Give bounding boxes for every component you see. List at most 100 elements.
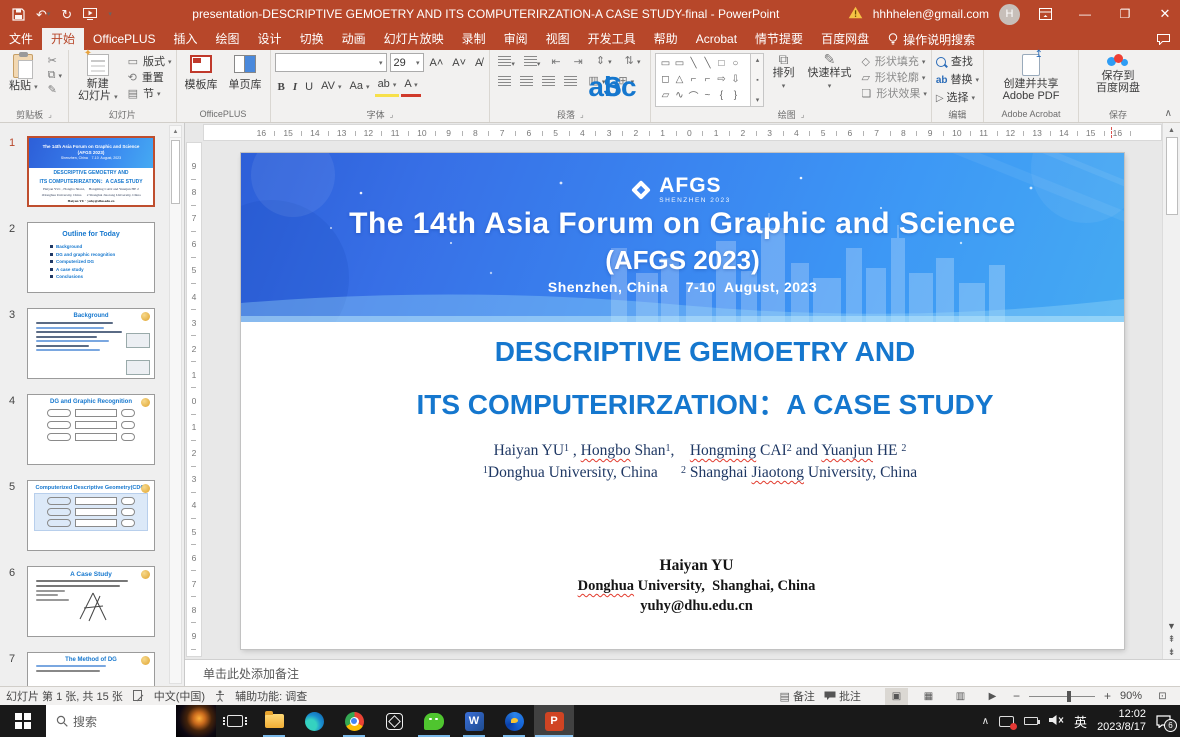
tab-幻灯片放映[interactable]: 幻灯片放映 <box>375 28 453 50</box>
word-taskbar-button[interactable]: W <box>454 705 494 737</box>
previous-slide-icon[interactable]: ⇞ <box>1168 635 1176 644</box>
start-slideshow-icon[interactable] <box>83 8 97 20</box>
shape-icon[interactable]: ▭ <box>658 55 672 71</box>
slideshow-view-button[interactable]: ▶ <box>981 688 1004 705</box>
notes-toggle[interactable]: ▤备注 <box>780 688 815 704</box>
chrome-taskbar-button[interactable] <box>334 705 374 737</box>
slide-thumbnail-4[interactable]: DG and Graphic Recognition <box>27 394 155 465</box>
slide-title-line2[interactable]: ITS COMPUTERIRZATION：A CASE STUDY <box>286 383 1124 423</box>
zoom-level[interactable]: 90% <box>1120 690 1142 702</box>
comments-toggle[interactable]: 批注 <box>824 688 861 704</box>
tab-视图[interactable]: 视图 <box>537 28 579 50</box>
tab-录制[interactable]: 录制 <box>453 28 495 50</box>
slide-number[interactable]: 4 <box>0 394 27 465</box>
font-name-combo[interactable]: ▾ <box>275 53 387 72</box>
dialog-launcher-icon[interactable]: ⌟ <box>801 110 805 119</box>
tab-开发工具[interactable]: 开发工具 <box>579 28 645 50</box>
zoom-slider-thumb[interactable] <box>1067 691 1071 702</box>
decrease-indent-icon[interactable]: ⇤ <box>549 57 562 68</box>
scrollbar-thumb[interactable] <box>171 140 180 204</box>
qat-customize-icon[interactable]: ▾ <box>108 11 112 18</box>
redo-icon[interactable]: ↻ <box>61 8 72 21</box>
zoom-slider[interactable] <box>1029 696 1095 697</box>
collapse-ribbon-icon[interactable]: ∧ <box>1165 108 1172 119</box>
notes-pane[interactable]: 单击此处添加备注 <box>185 659 1180 686</box>
screen-recorder-icon[interactable] <box>999 716 1014 727</box>
restore-button[interactable]: ❐ <box>1110 0 1140 28</box>
cut-icon[interactable]: ✂ <box>46 56 64 67</box>
slide-number[interactable]: 6 <box>0 566 27 637</box>
layout-button[interactable]: ▭版式 ▾ <box>126 56 172 69</box>
font-size-combo[interactable]: 29▾ <box>390 53 424 72</box>
accessibility-icon[interactable] <box>215 690 225 702</box>
slide-number[interactable]: 3 <box>0 308 27 379</box>
abc-icon[interactable]: abc <box>45 79 1180 95</box>
ribbon-display-options-icon[interactable] <box>1030 0 1060 28</box>
tab-百度网盘[interactable]: 百度网盘 <box>812 28 878 50</box>
shape-fill-button[interactable]: ◇形状填充 ▾ <box>859 56 926 69</box>
shape-icon[interactable]: ▭ <box>672 55 686 71</box>
account-email[interactable]: hhhhelen@gmail.com <box>873 7 989 21</box>
tab-帮助[interactable]: 帮助 <box>645 28 687 50</box>
ime-indicator[interactable]: 英 <box>1074 712 1087 731</box>
slide-thumbnail-7[interactable]: The Method of DG <box>27 652 155 686</box>
tab-绘图[interactable]: 绘图 <box>207 28 249 50</box>
fit-to-window-icon[interactable]: ⊡ <box>1151 688 1174 705</box>
slide-title-line1[interactable]: DESCRIPTIVE GEMOETRY AND <box>286 336 1124 368</box>
slide-number[interactable]: 5 <box>0 480 27 551</box>
language-indicator[interactable]: 中文(中国) <box>154 688 205 704</box>
slide-thumbnail-1[interactable]: The 14th Asia Forum on Graphic and Scien… <box>27 136 155 207</box>
thumbnail-scrollbar[interactable]: ▲ <box>169 125 182 684</box>
scroll-up-icon[interactable]: ▲ <box>170 126 181 138</box>
shape-icon[interactable]: □ <box>714 55 728 71</box>
scroll-up-icon[interactable]: ▲ <box>1163 123 1180 137</box>
increase-indent-icon[interactable]: ⇥ <box>572 57 585 68</box>
shape-icon[interactable]: ╲ <box>700 55 714 71</box>
wechat-taskbar-button[interactable] <box>414 705 454 737</box>
reading-view-button[interactable]: ▥ <box>949 688 972 705</box>
slide-thumbnail-3[interactable]: Background <box>27 308 155 379</box>
thunder-taskbar-button[interactable] <box>494 705 534 737</box>
slide-thumbnail-6[interactable]: A Case Study <box>27 566 155 637</box>
battery-icon[interactable] <box>1024 717 1038 725</box>
slide-number[interactable]: 7 <box>0 652 27 686</box>
file-explorer-taskbar-button[interactable] <box>254 705 294 737</box>
dialog-launcher-icon[interactable]: ⌟ <box>48 110 52 119</box>
news-widget-image[interactable] <box>176 705 216 737</box>
slide-thumbnail-2[interactable]: Outline for TodayBackgroundDG and graphi… <box>27 222 155 293</box>
normal-view-button[interactable]: ▣ <box>885 688 908 705</box>
minimize-button[interactable]: — <box>1070 0 1100 28</box>
tab-情节提要[interactable]: 情节提要 <box>746 28 812 50</box>
scrollbar-thumb[interactable] <box>1166 137 1178 215</box>
slide-1[interactable]: AFGS SHENZHEN 2023 The 14th Asia Forum o… <box>241 153 1124 649</box>
slide-thumbnail-5[interactable]: Computerized Descriptive Geometry(CDG) <box>27 480 155 551</box>
close-button[interactable]: ✕ <box>1150 0 1180 28</box>
clock[interactable]: 12:02 2023/8/17 <box>1097 708 1146 734</box>
scroll-down-icon[interactable]: ▼ <box>1167 622 1176 631</box>
shape-icon[interactable]: ○ <box>728 55 742 71</box>
tab-文件[interactable]: 文件 <box>0 28 42 50</box>
tab-审阅[interactable]: 审阅 <box>495 28 537 50</box>
volume-muted-icon[interactable] <box>1048 714 1064 729</box>
notification-center-icon[interactable]: 6 <box>1156 715 1171 728</box>
authors-line2[interactable]: 1Donghua University, China 2 Shanghai Ji… <box>276 464 1124 482</box>
tab-动画[interactable]: 动画 <box>333 28 375 50</box>
accessibility-status[interactable]: 辅助功能: 调查 <box>235 688 307 704</box>
speaker-block[interactable]: Haiyan YU Donghua University, Shanghai, … <box>269 557 1124 615</box>
tab-OfficePLUS[interactable]: OfficePLUS <box>84 28 164 50</box>
hidden-icons-chevron[interactable]: ∧ <box>982 716 989 727</box>
tell-me-search[interactable]: 操作说明搜索 <box>878 28 985 50</box>
text-direction-icon[interactable]: ⇅ ▾ <box>623 56 643 68</box>
zoom-out-icon[interactable]: − <box>1013 689 1020 703</box>
dialog-launcher-icon[interactable]: ⌟ <box>390 110 394 119</box>
comments-icon[interactable] <box>1146 28 1180 50</box>
undo-icon[interactable]: ↶▾ <box>36 8 50 21</box>
line-spacing-icon[interactable]: ⇕ ▾ <box>594 56 614 68</box>
next-slide-icon[interactable]: ⇟ <box>1168 648 1176 657</box>
slide-number[interactable]: 1 <box>0 136 27 207</box>
task-view-button[interactable] <box>216 705 254 737</box>
tab-开始[interactable]: 开始 <box>42 28 84 50</box>
clear-format-icon[interactable]: A̸ <box>472 55 485 71</box>
zoom-in-icon[interactable]: + <box>1104 689 1111 703</box>
slide-sorter-view-button[interactable]: ▦ <box>917 688 940 705</box>
